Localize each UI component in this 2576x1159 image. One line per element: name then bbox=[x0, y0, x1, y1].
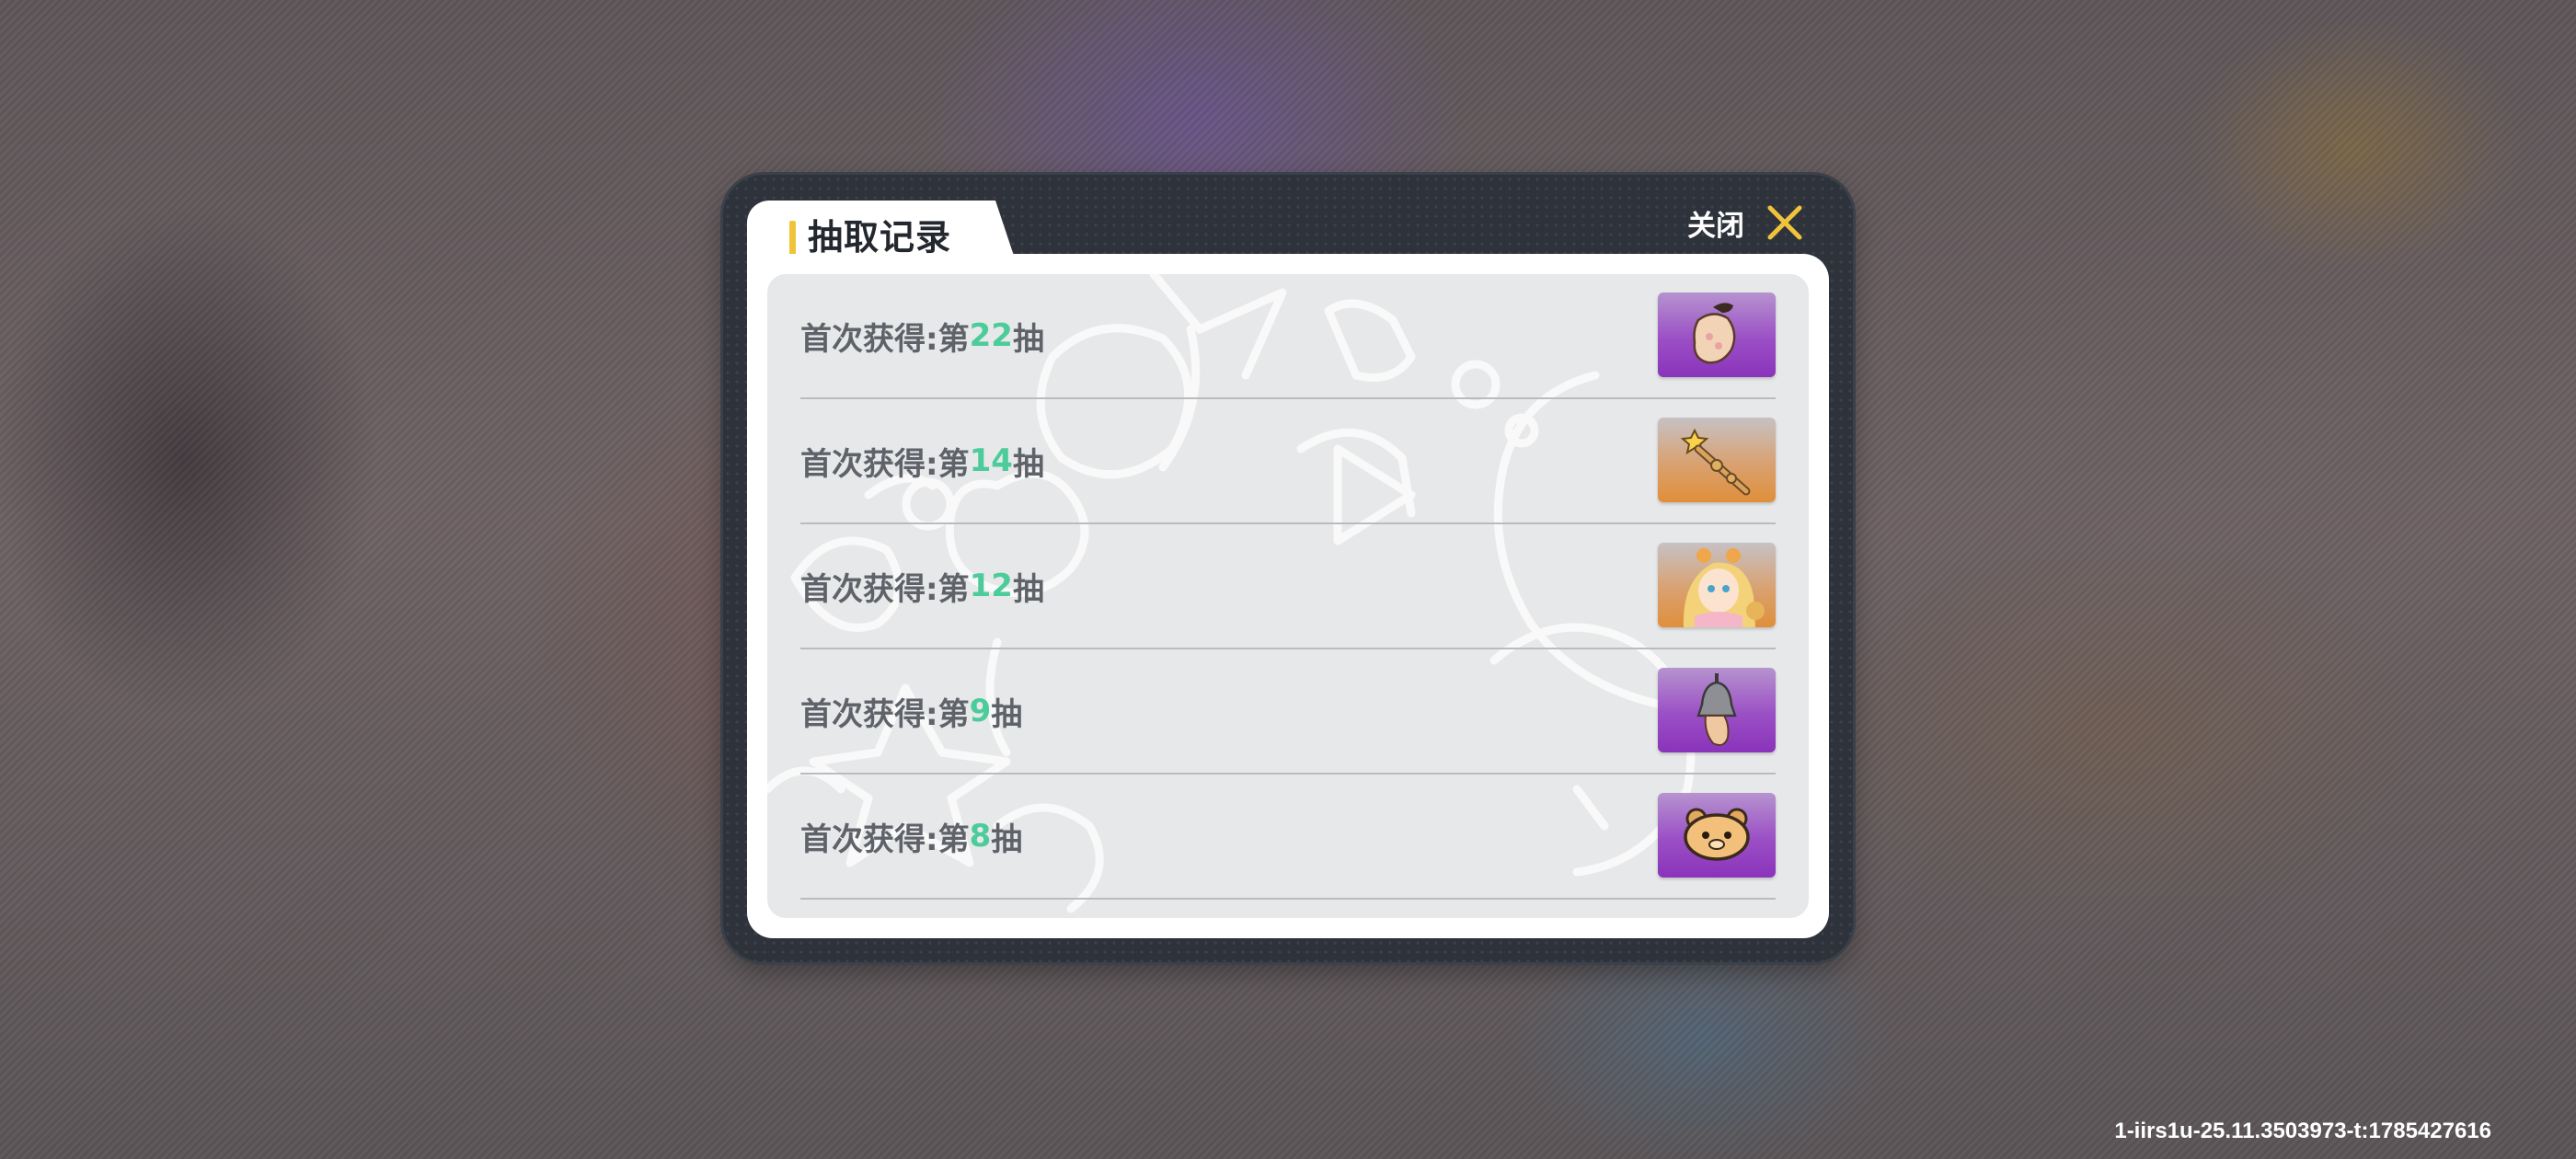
item-slot[interactable] bbox=[1658, 668, 1776, 752]
draw-number: 8 bbox=[969, 818, 992, 855]
title-accent-bar bbox=[789, 221, 796, 256]
record-suffix: 抽 bbox=[991, 695, 1023, 733]
close-label: 关闭 bbox=[1687, 209, 1744, 243]
draw-number: 12 bbox=[969, 568, 1013, 604]
item-slot[interactable] bbox=[1658, 793, 1776, 878]
record-suffix: 抽 bbox=[1012, 445, 1044, 483]
record-prefix: 首次获得:第 bbox=[800, 570, 970, 608]
close-button[interactable]: 关闭 bbox=[1687, 195, 1805, 250]
record-row: 首次获得:第 9 抽 bbox=[800, 649, 1776, 775]
close-icon bbox=[1767, 205, 1802, 240]
draw-number: 9 bbox=[969, 693, 992, 729]
cat-paw-icon bbox=[1693, 303, 1736, 364]
item-slot[interactable] bbox=[1658, 543, 1776, 627]
build-id-label: 1-iirs1u-25.11.3503973-t:1785427616 bbox=[2114, 1119, 2491, 1143]
record-prefix: 首次获得:第 bbox=[800, 445, 970, 483]
record-suffix: 抽 bbox=[1012, 320, 1044, 358]
item-slot[interactable] bbox=[1658, 418, 1776, 502]
record-row: 首次获得:第 22 抽 bbox=[800, 274, 1776, 399]
record-text: 首次获得:第 12 抽 bbox=[800, 524, 1044, 648]
star-wand-icon bbox=[1680, 428, 1751, 496]
draw-number: 14 bbox=[969, 442, 1013, 479]
record-panel: 首次获得:第 22 抽 首次获得:第 14 抽 首次获得:第 12 抽 首次获得… bbox=[747, 254, 1829, 938]
item-slot[interactable] bbox=[1658, 293, 1776, 377]
record-row: 首次获得:第 14 抽 bbox=[800, 399, 1776, 524]
draw-number: 22 bbox=[969, 317, 1013, 354]
record-list[interactable]: 首次获得:第 22 抽 首次获得:第 14 抽 首次获得:第 12 抽 首次获得… bbox=[767, 274, 1809, 918]
row-divider bbox=[800, 898, 1776, 900]
record-text: 首次获得:第 22 抽 bbox=[800, 274, 1044, 397]
record-prefix: 首次获得:第 bbox=[800, 820, 970, 858]
record-suffix: 抽 bbox=[1012, 570, 1044, 608]
record-prefix: 首次获得:第 bbox=[800, 320, 970, 358]
record-text: 首次获得:第 14 抽 bbox=[800, 399, 1044, 522]
bear-face-icon bbox=[1684, 808, 1750, 861]
character-portrait-icon bbox=[1683, 548, 1765, 627]
record-suffix: 抽 bbox=[991, 820, 1023, 858]
record-row: 首次获得:第 12 抽 bbox=[800, 524, 1776, 649]
record-text: 首次获得:第 8 抽 bbox=[800, 775, 1022, 898]
record-row: 首次获得:第 8 抽 bbox=[800, 775, 1776, 900]
bell-lamp-icon bbox=[1696, 673, 1737, 746]
draw-record-dialog: 抽取记录 关闭 首次获得:第 22 抽 首次获得:第 14 抽 首次获得:第 1… bbox=[723, 175, 1853, 962]
record-prefix: 首次获得:第 bbox=[800, 695, 970, 733]
record-text: 首次获得:第 9 抽 bbox=[800, 649, 1022, 773]
